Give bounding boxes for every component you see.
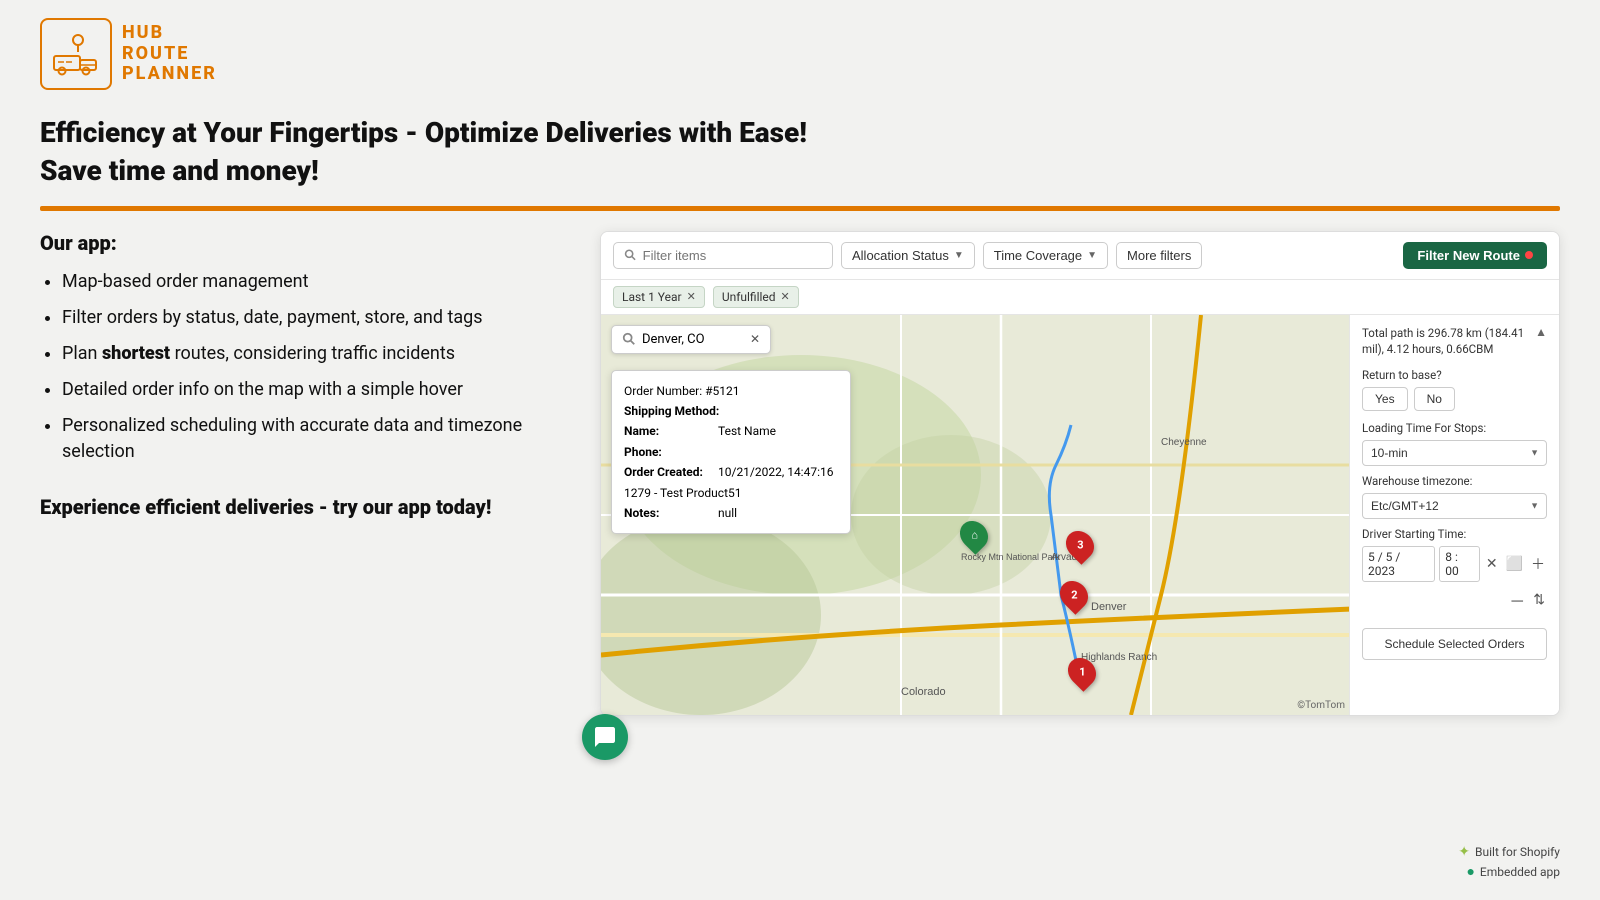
clear-time-button[interactable]: ✕ bbox=[1484, 553, 1500, 574]
map-area: Denver Highlands Ranch Arvada Cheyenne R… bbox=[601, 315, 1349, 715]
list-item: Filter orders by status, date, payment, … bbox=[62, 305, 570, 331]
calendar-icon-button[interactable]: ⬜ bbox=[1504, 553, 1525, 574]
list-item: Plan shortest routes, considering traffi… bbox=[62, 341, 570, 367]
list-item: Detailed order info on the map with a si… bbox=[62, 377, 570, 403]
driver-starting-time-label: Driver Starting Time: bbox=[1362, 527, 1547, 541]
notes-value: null bbox=[718, 503, 737, 523]
feature-list: Map-based order management Filter orders… bbox=[40, 269, 570, 466]
return-to-base-label: Return to base? bbox=[1362, 368, 1547, 382]
allocation-status-button[interactable]: Allocation Status ▼ bbox=[841, 242, 975, 269]
search-box[interactable] bbox=[613, 242, 833, 269]
app-toolbar: Allocation Status ▼ Time Coverage ▼ More… bbox=[601, 232, 1559, 280]
map-marker-3[interactable]: 3 bbox=[1067, 530, 1093, 560]
drag-handle-button[interactable]: ⇅ bbox=[1531, 589, 1547, 610]
remove-filter-icon[interactable]: ✕ bbox=[781, 290, 790, 303]
loading-time-select[interactable]: 10-min bbox=[1362, 440, 1547, 466]
filter-new-route-button[interactable]: Filter New Route bbox=[1403, 242, 1547, 269]
yes-button[interactable]: Yes bbox=[1362, 387, 1408, 411]
map-search-value: Denver, CO bbox=[642, 332, 705, 347]
map-search-bar[interactable]: Denver, CO ✕ bbox=[611, 325, 771, 354]
embedded-icon: ● bbox=[1466, 863, 1474, 880]
map-marker-2[interactable]: 2 bbox=[1061, 580, 1087, 610]
loading-time-label: Loading Time For Stops: bbox=[1362, 421, 1547, 435]
no-button[interactable]: No bbox=[1414, 387, 1455, 411]
sidebar-path-info: Total path is 296.78 km (184.41 mil), 4.… bbox=[1362, 325, 1547, 358]
svg-text:Colorado: Colorado bbox=[901, 686, 946, 698]
order-popup: Order Number: #5121 Shipping Method: Nam… bbox=[611, 370, 851, 535]
shipping-method-label: Shipping Method: bbox=[624, 401, 719, 421]
remove-filter-icon[interactable]: ✕ bbox=[687, 290, 696, 303]
headline-section: Efficiency at Your Fingertips - Optimize… bbox=[0, 100, 1600, 190]
list-item: Map-based order management bbox=[62, 269, 570, 295]
chevron-down-icon: ▼ bbox=[1087, 250, 1097, 261]
order-number: Order Number: #5121 bbox=[624, 381, 838, 401]
header: HUB ROUTE PLANNER bbox=[0, 0, 1600, 100]
map-marker-warehouse[interactable]: ⌂ bbox=[961, 520, 987, 550]
chevron-down-icon: ▼ bbox=[954, 250, 964, 261]
driver-time-field[interactable]: 8 : 00 bbox=[1439, 546, 1480, 582]
name-value: Test Name bbox=[718, 421, 776, 441]
bottom-right-info: ✦ Built for Shopify ● Embedded app bbox=[1458, 844, 1560, 880]
filter-tag-last-year[interactable]: Last 1 Year ✕ bbox=[613, 286, 705, 308]
headline: Efficiency at Your Fingertips - Optimize… bbox=[40, 114, 1560, 190]
svg-text:Denver: Denver bbox=[1091, 601, 1127, 613]
filter-tag-unfulfilled[interactable]: Unfulfilled ✕ bbox=[713, 286, 799, 308]
app-body: Denver Highlands Ranch Arvada Cheyenne R… bbox=[601, 315, 1559, 715]
path-info-text: Total path is 296.78 km (184.41 mil), 4.… bbox=[1362, 325, 1535, 358]
map-search-icon bbox=[622, 332, 636, 346]
notification-dot bbox=[1525, 251, 1533, 259]
phone-label: Phone: bbox=[624, 442, 714, 462]
shopify-icon: ✦ bbox=[1458, 844, 1470, 860]
built-for-shopify: ✦ Built for Shopify bbox=[1458, 844, 1560, 860]
list-item: Personalized scheduling with accurate da… bbox=[62, 413, 570, 465]
filter-tags-row: Last 1 Year ✕ Unfulfilled ✕ bbox=[601, 280, 1559, 315]
chat-icon bbox=[593, 725, 617, 749]
loading-time-select-wrapper: 10-min bbox=[1362, 440, 1547, 466]
logo: HUB ROUTE PLANNER bbox=[40, 18, 217, 90]
search-icon bbox=[624, 248, 637, 262]
left-column: Our app: Map-based order management Filt… bbox=[40, 231, 600, 522]
driver-date-field[interactable]: 5 / 5 / 2023 bbox=[1362, 546, 1435, 582]
search-input[interactable] bbox=[643, 248, 822, 263]
app-screenshot: Allocation Status ▼ Time Coverage ▼ More… bbox=[600, 231, 1560, 716]
logo-icon bbox=[40, 18, 112, 90]
collapse-icon[interactable]: ▲ bbox=[1535, 325, 1547, 339]
order-created-value: 10/21/2022, 14:47:16 bbox=[718, 462, 833, 482]
app-sidebar: Total path is 296.78 km (184.41 mil), 4.… bbox=[1349, 315, 1559, 715]
warehouse-tz-label: Warehouse timezone: bbox=[1362, 474, 1547, 488]
name-label: Name: bbox=[624, 421, 714, 441]
add-time-button[interactable]: ＋ bbox=[1529, 552, 1547, 576]
subtract-time-button[interactable]: － bbox=[1507, 586, 1527, 614]
logo-text: HUB ROUTE PLANNER bbox=[122, 23, 217, 85]
our-app-label: Our app: bbox=[40, 231, 570, 255]
warehouse-tz-select-wrapper: Etc/GMT+12 bbox=[1362, 493, 1547, 519]
map-search-clear-icon[interactable]: ✕ bbox=[750, 332, 760, 346]
cta-text: Experience efficient deliveries - try ou… bbox=[40, 493, 570, 521]
main-content: Our app: Map-based order management Filt… bbox=[0, 231, 1600, 716]
product-info: 1279 - Test Product51 bbox=[624, 483, 838, 503]
notes-label: Notes: bbox=[624, 503, 714, 523]
orange-divider bbox=[40, 206, 1560, 211]
driver-time-row: 5 / 5 / 2023 8 : 00 ✕ ⬜ ＋ bbox=[1362, 546, 1547, 582]
return-to-base-toggle: Yes No bbox=[1362, 387, 1547, 411]
svg-text:Cheyenne: Cheyenne bbox=[1161, 437, 1207, 448]
tomtom-watermark: ©TomTom bbox=[1297, 700, 1345, 711]
more-filters-button[interactable]: More filters bbox=[1116, 242, 1202, 269]
map-marker-1[interactable]: 1 bbox=[1069, 657, 1095, 687]
schedule-selected-orders-button[interactable]: Schedule Selected Orders bbox=[1362, 628, 1547, 660]
embedded-app: ● Embedded app bbox=[1466, 863, 1560, 880]
chat-bubble-button[interactable] bbox=[582, 714, 628, 760]
time-coverage-button[interactable]: Time Coverage ▼ bbox=[983, 242, 1108, 269]
warehouse-tz-select[interactable]: Etc/GMT+12 bbox=[1362, 493, 1547, 519]
order-created-label: Order Created: bbox=[624, 462, 714, 482]
